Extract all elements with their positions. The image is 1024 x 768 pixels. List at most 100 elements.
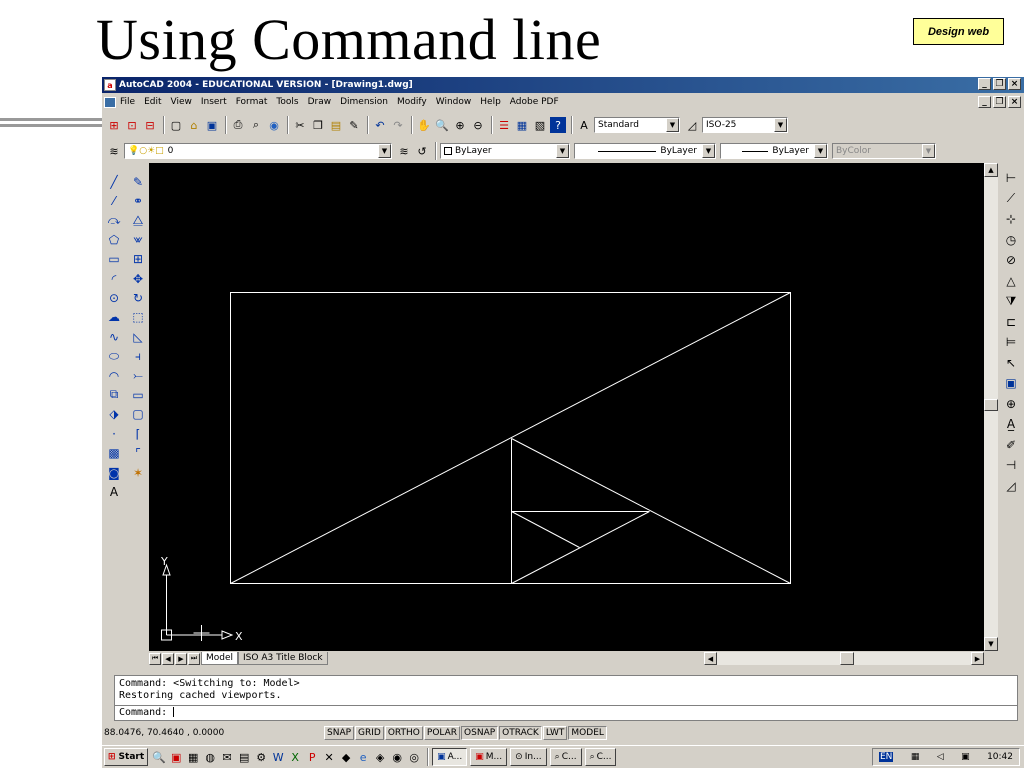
pdf-email-icon[interactable]: ⊡ [124,117,140,133]
polygon-icon[interactable]: ⬠ [104,230,124,249]
quick-leader-icon[interactable]: ↖ [1002,353,1020,374]
otrack-toggle[interactable]: OTRACK [499,726,542,740]
plot-preview-icon[interactable]: ⌕ [248,117,264,133]
pdf-icon[interactable]: ⊞ [106,117,122,133]
polyline-icon[interactable]: ⤼ [104,211,124,230]
move-icon[interactable]: ✥ [128,269,148,288]
menu-dimension[interactable]: Dimension [340,97,388,107]
dimension-update-icon[interactable]: ⊣ [1002,455,1020,476]
properties-icon[interactable]: ☰ [496,117,512,133]
restore-button[interactable]: ❐ [993,78,1006,90]
volume-icon[interactable]: ◁ [937,752,944,762]
pdf-settings-icon[interactable]: ⊟ [142,117,158,133]
osnap-toggle[interactable]: OSNAP [461,726,499,740]
task-c2[interactable]: ⌕ C... [584,748,617,766]
linear-dimension-icon[interactable]: ⊢ [1002,168,1020,189]
tool-palettes-icon[interactable]: ▧ [532,117,548,133]
zoom-realtime-icon[interactable]: 🔍 [434,117,450,133]
fillet-icon[interactable]: ⌜ [128,443,148,462]
task-m[interactable]: ▣ M... [470,748,508,766]
quicklaunch-app-icon[interactable]: ▦ [186,750,200,764]
language-indicator[interactable]: EN [879,752,894,762]
redo-icon[interactable]: ↷ [390,117,406,133]
doc-restore-button[interactable]: ❐ [993,96,1006,108]
document-icon[interactable] [104,96,116,108]
design-center-icon[interactable]: ▦ [514,117,530,133]
mirror-icon[interactable]: ⧋ [128,211,148,230]
quicklaunch-tool-icon[interactable]: ⚙ [254,750,268,764]
open-icon[interactable]: ⌂ [186,117,202,133]
ortho-toggle[interactable]: ORTHO [384,726,423,740]
quicklaunch-mail-icon[interactable]: ✉ [220,750,234,764]
line-icon[interactable]: ╱ [104,172,124,191]
prev-tab-icon[interactable]: ◀ [162,652,174,665]
quicklaunch-word-icon[interactable]: W [271,750,285,764]
quicklaunch-misc-icon[interactable]: ◉ [390,750,404,764]
text-style-icon[interactable]: A [576,117,592,133]
construction-line-icon[interactable]: ⁄ [104,191,124,210]
cut-icon[interactable]: ✂ [292,117,308,133]
quicklaunch-powerpoint-icon[interactable]: P [305,750,319,764]
vertical-scrollbar[interactable]: ▲ ▼ [984,163,998,651]
aligned-dimension-icon[interactable]: ⟋ [1002,189,1020,210]
help-icon[interactable]: ? [550,117,566,133]
task-c1[interactable]: ⌕ C... [549,748,582,766]
lwt-toggle[interactable]: LWT [542,726,568,740]
ordinate-dimension-icon[interactable]: ⊹ [1002,209,1020,230]
publish-icon[interactable]: ◉ [266,117,282,133]
undo-icon[interactable]: ↶ [372,117,388,133]
quicklaunch-tools-icon[interactable]: ✕ [322,750,336,764]
quicklaunch-browser-icon[interactable]: ◍ [203,750,217,764]
scroll-right-icon[interactable]: ▶ [971,652,984,665]
explode-icon[interactable]: ✶ [128,463,148,482]
dimension-edit-icon[interactable]: A̲ [1002,414,1020,435]
layer-select[interactable]: 💡○☀□ 0 ▼ [124,143,392,159]
menu-view[interactable]: View [171,97,192,107]
model-toggle[interactable]: MODEL [568,726,607,740]
insert-block-icon[interactable]: ⧉ [104,385,124,404]
menu-modify[interactable]: Modify [397,97,427,107]
revision-cloud-icon[interactable]: ☁ [104,308,124,327]
extend-icon[interactable]: ⤚ [128,366,148,385]
last-tab-icon[interactable]: ⏭ [188,652,200,665]
menu-tools[interactable]: Tools [276,97,298,107]
grid-toggle[interactable]: GRID [355,726,384,740]
erase-icon[interactable]: ✎ [128,172,148,191]
quicklaunch-net-icon[interactable]: ◈ [373,750,387,764]
tolerance-icon[interactable]: ▣ [1002,373,1020,394]
save-icon[interactable]: ▣ [204,117,220,133]
dimension-text-edit-icon[interactable]: ✐ [1002,435,1020,456]
dimension-style-icon[interactable]: ◿ [1002,476,1020,497]
close-button[interactable]: × [1008,78,1021,90]
spline-icon[interactable]: ∿ [104,327,124,346]
zoom-window-icon[interactable]: ⊕ [452,117,468,133]
coordinate-display[interactable]: 88.0476, 70.4640 , 0.0000 [102,728,324,738]
task-in[interactable]: ⊙ In... [510,748,547,766]
quicklaunch-search-icon[interactable]: 🔍 [152,750,166,764]
layer-previous-icon[interactable]: ↺ [414,143,430,159]
circle-icon[interactable]: ⊙ [104,288,124,307]
display-icon[interactable]: ▣ [961,752,970,762]
array-icon[interactable]: ⊞ [128,250,148,269]
linetype-select[interactable]: ByLayer ▼ [574,143,716,159]
quicklaunch-media-icon[interactable]: ▤ [237,750,251,764]
menu-format[interactable]: Format [236,97,268,107]
doc-minimize-button[interactable]: _ [978,96,991,108]
plot-style-select[interactable]: ByColor ▼ [832,143,936,159]
quicklaunch-excel-icon[interactable]: X [288,750,302,764]
menu-window[interactable]: Window [436,97,472,107]
trim-icon[interactable]: ⫞ [128,347,148,366]
pan-icon[interactable]: ✋ [416,117,432,133]
command-window[interactable]: Command: <Switching to: Model> Restoring… [114,675,1018,721]
radius-dimension-icon[interactable]: ◷ [1002,230,1020,251]
first-tab-icon[interactable]: ⏮ [149,652,161,665]
title-bar[interactable]: a AutoCAD 2004 - EDUCATIONAL VERSION - [… [102,77,1024,93]
hatch-icon[interactable]: ▩ [104,443,124,462]
doc-close-button[interactable]: × [1008,96,1021,108]
scroll-up-icon[interactable]: ▲ [984,163,998,177]
match-properties-icon[interactable]: ✎ [346,117,362,133]
menu-adobe-pdf[interactable]: Adobe PDF [510,97,559,107]
task-autocad[interactable]: ▣ A... [432,748,468,766]
diameter-dimension-icon[interactable]: ⊘ [1002,250,1020,271]
menu-edit[interactable]: Edit [144,97,161,107]
